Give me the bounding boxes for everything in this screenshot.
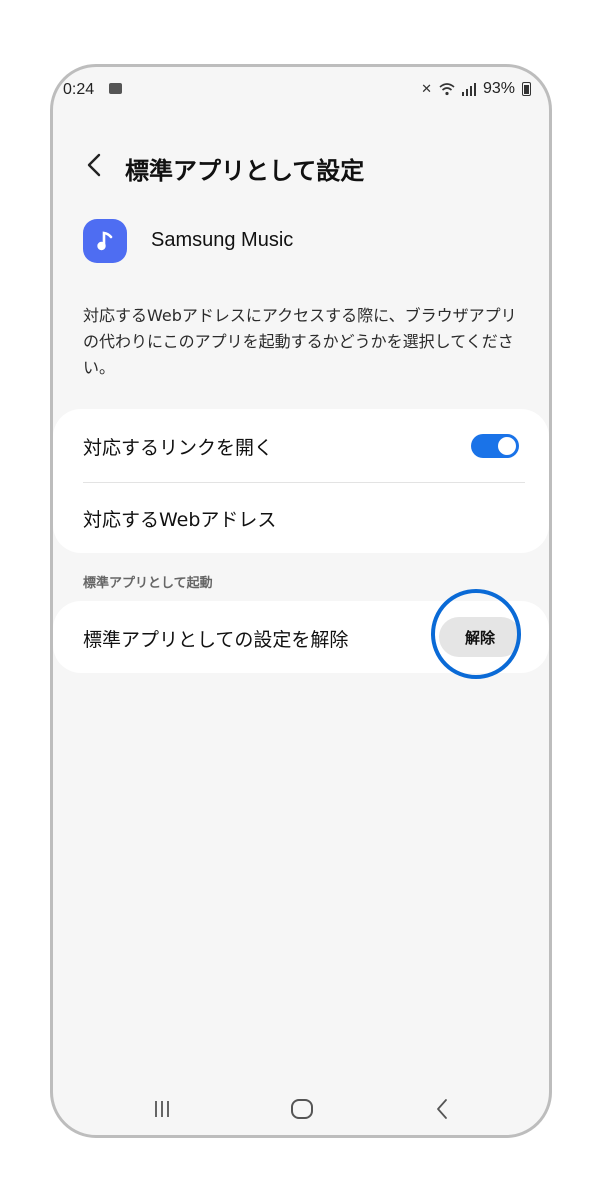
battery-icon [522, 82, 531, 96]
clear-defaults-button[interactable]: 解除 [439, 617, 521, 657]
app-name: Samsung Music [151, 229, 294, 251]
web-addresses-row[interactable]: 対応するWebアドレス [53, 483, 549, 553]
toggle-knob [498, 437, 516, 455]
notification-icon [109, 83, 122, 94]
status-bar: 0:24 ✕ 93% [53, 67, 549, 113]
home-icon[interactable] [291, 1099, 313, 1119]
app-info: Samsung Music [83, 219, 503, 263]
status-time: 0:24 [63, 81, 95, 98]
web-addresses-label: 対応するWebアドレス [83, 509, 277, 531]
mute-icon: ✕ [421, 81, 432, 96]
navigation-bar [53, 1085, 549, 1129]
description: 対応するWebアドレスにアクセスする際に、ブラウザアプリの代わりにこのアプリを起… [83, 306, 517, 377]
battery-percent: 93% [482, 80, 515, 97]
section-header: 標準アプリとして起動 [83, 576, 213, 591]
chevron-left-icon[interactable] [79, 147, 109, 183]
phone-frame: 0:24 ✕ 93% 標準アプリとして設定 Samsung Music 対応する… [50, 64, 552, 1138]
recent-apps-icon[interactable] [151, 1099, 173, 1119]
page-title: 標準アプリとして設定 [125, 157, 365, 185]
clear-defaults-card: 標準アプリとしての設定を解除 解除 [53, 601, 549, 673]
links-card: 対応するリンクを開く 対応するWebアドレス [53, 409, 549, 553]
music-note-icon [97, 231, 113, 251]
open-links-toggle[interactable] [471, 434, 519, 458]
open-links-label: 対応するリンクを開く [83, 437, 274, 459]
open-links-row[interactable]: 対応するリンクを開く [53, 409, 549, 483]
header: 標準アプリとして設定 [53, 141, 549, 191]
status-icons: ✕ 93% [421, 80, 531, 98]
back-icon[interactable] [433, 1097, 451, 1121]
clear-defaults-label: 標準アプリとしての設定を解除 [83, 629, 349, 651]
signal-icon [461, 82, 476, 96]
wifi-icon [439, 83, 455, 96]
app-icon [83, 219, 127, 263]
